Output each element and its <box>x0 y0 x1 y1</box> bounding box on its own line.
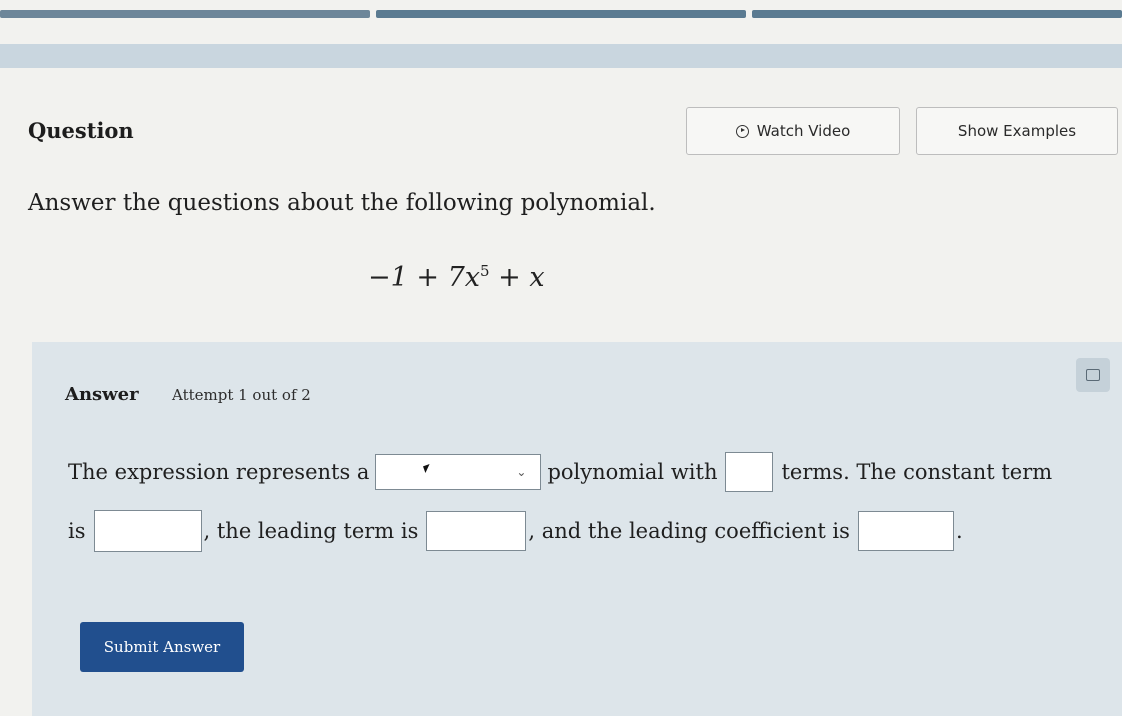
polynomial-expression: −1 + 7x5 + x <box>368 262 545 293</box>
chevron-down-icon: ⌄ <box>516 465 527 479</box>
progress-segment <box>376 10 746 18</box>
question-label: Question <box>28 118 134 143</box>
terms-count-input[interactable] <box>725 452 774 492</box>
answer-line-2: is , the leading term is , and the leadi… <box>68 510 963 552</box>
constant-term-input[interactable] <box>93 510 202 552</box>
show-examples-button[interactable]: Show Examples <box>916 107 1118 155</box>
sentence-text: terms. The constant term <box>781 460 1053 484</box>
watch-video-button[interactable]: Watch Video <box>686 107 900 155</box>
sentence-text: . <box>955 519 963 543</box>
question-instructions: Answer the questions about the following… <box>28 190 656 216</box>
sentence-text: polynomial with <box>547 460 718 484</box>
submit-answer-button[interactable]: Submit Answer <box>80 622 244 672</box>
answer-label: Answer <box>65 384 139 405</box>
attempt-counter: Attempt 1 out of 2 <box>172 386 311 404</box>
progress-bar <box>0 10 1122 18</box>
progress-segment <box>752 10 1122 18</box>
top-band <box>0 44 1122 68</box>
polynomial-exponent: 5 <box>480 262 490 280</box>
play-circle-icon <box>735 124 749 138</box>
answer-panel: Answer Attempt 1 out of 2 The expression… <box>32 342 1122 716</box>
polynomial-type-select[interactable]: ⌄ <box>375 454 542 490</box>
sentence-text: , the leading term is <box>203 519 419 543</box>
calculator-icon[interactable] <box>1076 358 1110 392</box>
leading-term-input[interactable] <box>426 511 527 551</box>
leading-coefficient-input[interactable] <box>857 511 954 551</box>
progress-segment <box>0 10 370 18</box>
answer-line-1: The expression represents a ⌄ polynomial… <box>68 452 1052 492</box>
polynomial-part: + x <box>489 262 545 293</box>
polynomial-part: −1 + 7x <box>368 262 480 293</box>
show-examples-label: Show Examples <box>957 122 1077 140</box>
sentence-text: is <box>68 519 86 543</box>
mouse-cursor-icon <box>423 464 433 473</box>
watch-video-label: Watch Video <box>756 122 851 140</box>
sentence-text: , and the leading coefficient is <box>528 519 850 543</box>
sentence-text: The expression represents a <box>68 460 370 484</box>
